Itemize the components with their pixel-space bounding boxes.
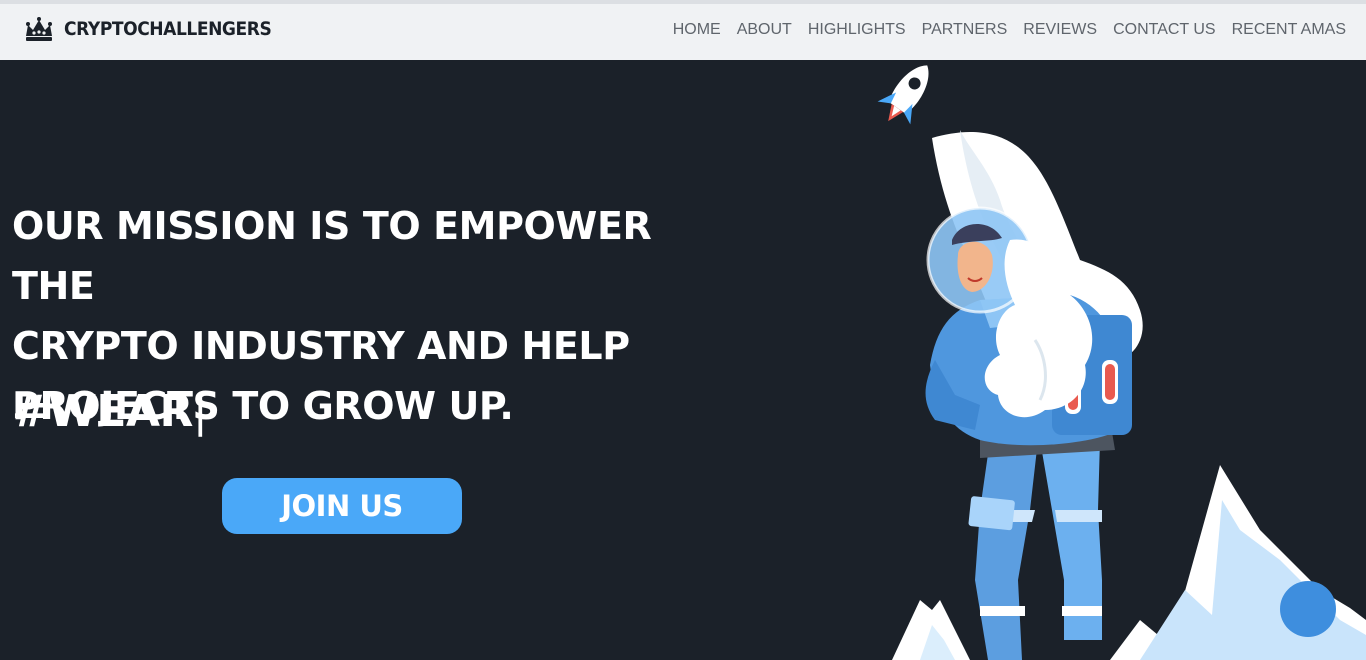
join-us-button[interactable]: JOIN US [222,478,462,534]
nav-item-contact-us[interactable]: CONTACT US [1113,21,1216,39]
brand-name: CRYPTOCHALLENGERS [64,18,272,40]
nav-item-highlights[interactable]: HIGHLIGHTS [808,21,906,39]
typing-cursor: | [192,386,208,437]
nav-item-about[interactable]: ABOUT [737,21,792,39]
chat-widget-button[interactable] [1280,581,1336,637]
nav-item-home[interactable]: HOME [673,21,721,39]
nav-item-reviews[interactable]: REVIEWS [1023,21,1097,39]
navbar: CRYPTOCHALLENGERS HOME ABOUT HIGHLIGHTS … [0,0,1366,60]
nav-menu: HOME ABOUT HIGHLIGHTS PARTNERS REVIEWS C… [657,21,1346,39]
nav-item-recent-amas[interactable]: RECENT AMAS [1232,21,1346,39]
crown-logo-icon [26,17,52,41]
mission-line: OUR MISSION IS TO EMPOWER THE [12,204,652,308]
rocket-icon [877,65,929,125]
hero-section: OUR MISSION IS TO EMPOWER THE CRYPTO IND… [0,60,1366,660]
typed-text: #WEAR [12,386,193,437]
mission-line: CRYPTO INDUSTRY AND HELP [12,324,630,368]
astronaut-illustration [877,65,1366,660]
typed-hashtag: #WEAR| [12,382,208,442]
nav-item-partners[interactable]: PARTNERS [922,21,1008,39]
brand[interactable]: CRYPTOCHALLENGERS [24,14,294,44]
